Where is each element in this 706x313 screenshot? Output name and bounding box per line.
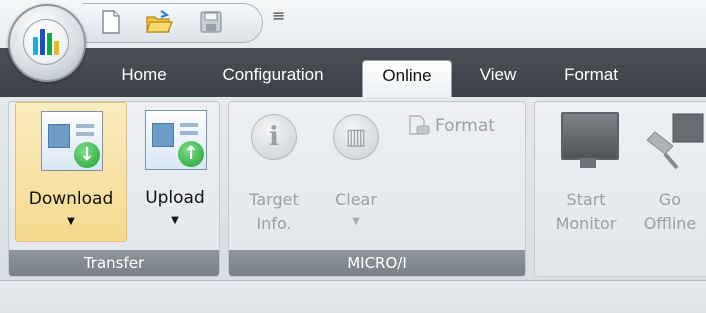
group-micro-i: i Target Info. ▥ Clear ▼ Format MICRO/I [228,101,526,277]
group-monitor: Start Monitor Go Offline [534,101,706,277]
upload-icon: ↑ [145,110,207,170]
tab-home[interactable]: Home [107,60,181,97]
save-icon[interactable] [198,9,224,35]
download-button[interactable]: ↓ Download ▼ [15,102,127,242]
open-folder-icon[interactable] [145,9,173,35]
download-dropdown-arrow: ▼ [67,216,75,227]
trash-icon: ▥ [333,114,379,160]
app-logo-icon [23,19,69,65]
clear-dropdown-arrow: ▼ [352,216,360,227]
start-monitor-button[interactable]: Start Monitor [543,102,629,242]
application-menu-button[interactable] [8,4,86,82]
download-icon: ↓ [41,111,103,171]
format-icon [409,115,430,135]
upload-dropdown-arrow: ▼ [171,215,179,226]
clear-label: Clear [335,190,377,209]
go-offline-label-1: Go [658,190,682,209]
status-area [0,281,706,313]
target-info-label-1: Target [249,190,299,209]
start-monitor-label-1: Start [566,190,606,209]
go-offline-button[interactable]: Go Offline [633,102,706,242]
group-transfer: ↓ Download ▼ ↑ Upload ▼ Transfer [8,101,220,277]
quick-access-toolbar [82,3,263,43]
go-offline-icon [646,113,704,170]
tab-online[interactable]: Online [362,60,452,97]
format-button[interactable]: Format [407,114,519,140]
format-label: Format [435,116,495,136]
tab-format[interactable]: Format [548,60,634,97]
customize-quick-access-icon[interactable]: ≡ [272,6,285,25]
ribbon-tab-strip: Home Configuration Online View Format [0,48,706,97]
group-label-micro-i: MICRO/I [229,250,525,276]
target-info-button[interactable]: i Target Info. [235,102,313,242]
new-document-icon[interactable] [98,9,124,35]
info-icon: i [251,114,297,160]
tab-view[interactable]: View [464,60,532,97]
tab-configuration[interactable]: Configuration [200,60,346,97]
group-label-transfer: Transfer [9,250,219,276]
upload-label: Upload [145,188,205,208]
start-monitor-label-2: Monitor [555,214,617,233]
monitor-icon [561,112,619,160]
clear-button[interactable]: ▥ Clear ▼ [319,102,393,242]
target-info-label-2: Info. [256,214,292,233]
download-label: Download [28,189,114,209]
go-offline-label-2: Offline [643,214,697,233]
ribbon-panel: ↓ Download ▼ ↑ Upload ▼ Transfer i Targe… [0,97,706,281]
upload-button[interactable]: ↑ Upload ▼ [133,102,217,242]
